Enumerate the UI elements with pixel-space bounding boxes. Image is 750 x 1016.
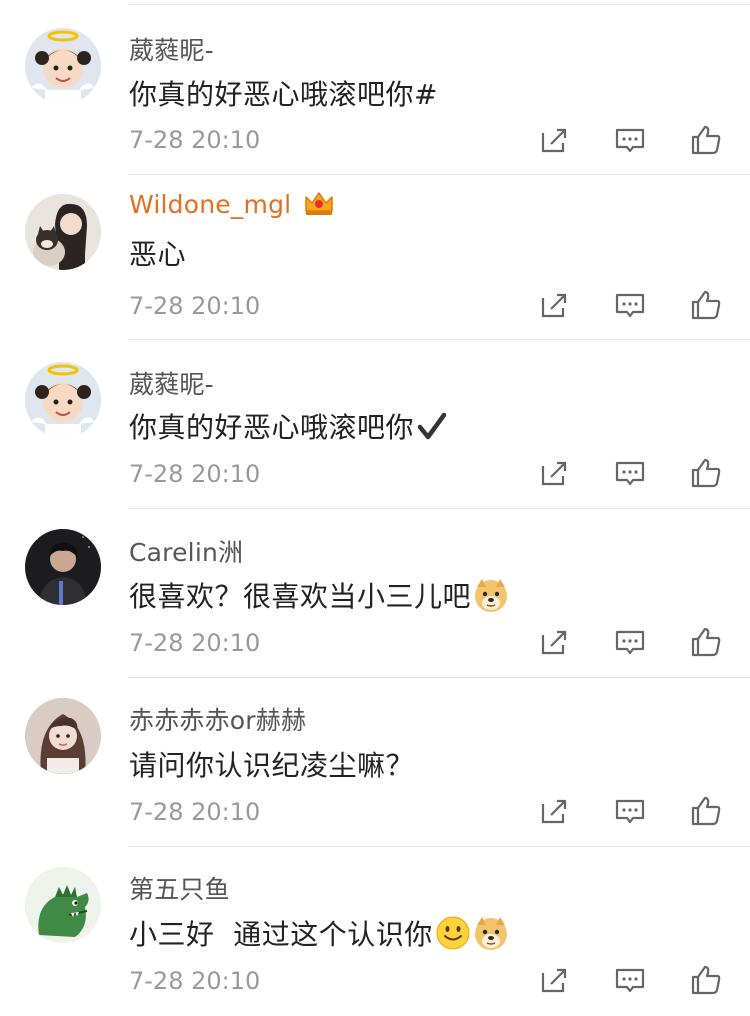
share-icon [541, 968, 567, 993]
username-text[interactable]: 葳蕤昵- [129, 370, 214, 399]
comment-item: 赤赤赤赤or赫赫 请问你认识纪凌尘嘛？ 7-28 20:10 [0, 678, 750, 847]
comment-text-body: 小三好 通过这个认识你 [129, 918, 433, 951]
username-text[interactable]: 葳蕤昵- [129, 36, 214, 65]
comment-icon [615, 128, 645, 153]
thumbs-up-icon [691, 290, 721, 320]
crown-vip-icon [305, 192, 334, 215]
comment-icon [615, 799, 645, 824]
comment-icon [615, 968, 645, 993]
girl-halo-avatar [25, 362, 101, 438]
comment-username[interactable]: Wildone_mgl [129, 189, 335, 219]
comment-button[interactable] [612, 624, 648, 660]
comment-icon [615, 630, 645, 655]
action-bar [536, 122, 726, 158]
share-button[interactable] [536, 793, 572, 829]
action-bar [536, 455, 726, 491]
like-button[interactable] [688, 455, 724, 491]
comment-time: 7-28 20:10 [129, 967, 261, 995]
comment-list: 葳蕤昵- 你真的好恶心哦滚吧你# 7-28 20:10 Wildone_mgl … [0, 0, 750, 1000]
comment-text: 你真的好恶心哦滚吧你# [129, 73, 438, 113]
comment-button[interactable] [612, 455, 648, 491]
comment-item: Carelin洲 很喜欢？很喜欢当小三儿吧 7-28 20:10 [0, 509, 750, 678]
share-button[interactable] [536, 455, 572, 491]
comment-text-body: 你真的好恶心哦滚吧你# [129, 78, 438, 111]
comment-username[interactable]: 葳蕤昵- [129, 365, 214, 401]
thumbs-up-icon [691, 796, 721, 826]
girl-with-cat-avatar [25, 194, 101, 270]
share-icon [541, 630, 567, 655]
share-icon [541, 799, 567, 824]
comment-time: 7-28 20:10 [129, 798, 261, 826]
username-text[interactable]: 赤赤赤赤or赫赫 [129, 706, 306, 735]
comment-button[interactable] [612, 793, 648, 829]
avatar[interactable] [25, 194, 101, 270]
comment-text: 很喜欢？很喜欢当小三儿吧 [129, 575, 509, 615]
share-icon [541, 293, 567, 318]
girl-halo-avatar [25, 28, 101, 104]
comment-time: 7-28 20:10 [129, 460, 261, 488]
action-bar [536, 793, 726, 829]
comment-username[interactable]: Carelin洲 [129, 533, 243, 569]
share-icon [541, 128, 567, 153]
doge-emoji-icon [474, 917, 507, 950]
comment-text: 小三好 通过这个认识你 [129, 913, 509, 953]
avatar[interactable] [25, 28, 101, 104]
share-button[interactable] [536, 122, 572, 158]
username-text[interactable]: Wildone_mgl [129, 190, 291, 219]
like-button[interactable] [688, 122, 724, 158]
comment-time: 7-28 20:10 [129, 629, 261, 657]
like-button[interactable] [688, 793, 724, 829]
avatar[interactable] [25, 698, 101, 774]
action-bar [536, 962, 726, 998]
green-dinosaur-avatar [25, 867, 101, 943]
comment-text-body: 请问你认识纪凌尘嘛？ [129, 749, 415, 782]
comment-time: 7-28 20:10 [129, 126, 261, 154]
like-button[interactable] [688, 624, 724, 660]
comment-item: 葳蕤昵- 你真的好恶心哦滚吧你# 7-28 20:10 [0, 5, 750, 174]
comment-text-body: 很喜欢？很喜欢当小三儿吧 [129, 580, 472, 613]
share-button[interactable] [536, 624, 572, 660]
comment-text-body: 你真的好恶心哦滚吧你 [129, 411, 415, 444]
comment-button[interactable] [612, 962, 648, 998]
doge-emoji-icon [475, 579, 508, 612]
avatar[interactable] [25, 867, 101, 943]
share-button[interactable] [536, 962, 572, 998]
comment-username[interactable]: 赤赤赤赤or赫赫 [129, 701, 306, 737]
smile-emoji-icon [436, 916, 470, 950]
comment-icon [615, 293, 645, 318]
thumbs-up-icon [691, 965, 721, 995]
man-dark-avatar [25, 529, 101, 605]
comment-icon [615, 461, 645, 486]
comment-text: 恶心 [129, 233, 186, 273]
action-bar [536, 624, 726, 660]
girl-portrait-avatar [25, 698, 101, 774]
comment-item: 第五只鱼 小三好 通过这个认识你 7-28 20:10 [0, 847, 750, 1016]
action-bar [536, 287, 726, 323]
comment-button[interactable] [612, 122, 648, 158]
comment-text: 请问你认识纪凌尘嘛？ [129, 744, 414, 784]
share-button[interactable] [536, 287, 572, 323]
checkmark-icon [417, 412, 447, 440]
comment-item: Wildone_mgl 恶心 7-28 20:10 [0, 175, 750, 344]
like-button[interactable] [688, 962, 724, 998]
comment-time: 7-28 20:10 [129, 292, 261, 320]
thumbs-up-icon [691, 458, 721, 488]
thumbs-up-icon [691, 627, 721, 657]
avatar[interactable] [25, 529, 101, 605]
comment-item: 葳蕤昵- 你真的好恶心哦滚吧你 7-28 20:10 [0, 340, 750, 509]
username-text[interactable]: 第五只鱼 [129, 875, 230, 904]
comment-text: 你真的好恶心哦滚吧你 [129, 406, 448, 446]
thumbs-up-icon [691, 125, 721, 155]
comment-username[interactable]: 第五只鱼 [129, 870, 230, 906]
share-icon [541, 461, 567, 486]
avatar[interactable] [25, 362, 101, 438]
like-button[interactable] [688, 287, 724, 323]
comment-text-body: 恶心 [129, 238, 187, 271]
comment-username[interactable]: 葳蕤昵- [129, 31, 214, 67]
username-text[interactable]: Carelin洲 [129, 538, 243, 567]
comment-button[interactable] [612, 287, 648, 323]
